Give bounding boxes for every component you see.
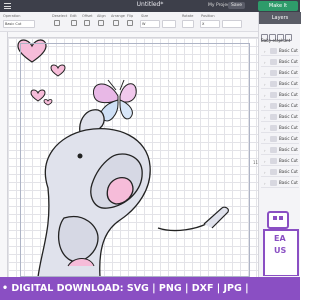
layer-item[interactable]: › Basic Cut [261,90,299,100]
layer-label: Basic Cut [279,136,298,141]
layer-thumbnail [270,114,277,120]
layer-thumbnail [270,59,277,65]
layer-caret-icon: › [264,115,266,120]
top-bar: Untitled* My Projects Save Make It [0,0,300,12]
toolbar-label-size: Size [141,14,149,18]
layer-item[interactable]: › Basic Cut [261,57,299,67]
layer-thumbnail [270,180,277,186]
toolbar-label-rotate: Rotate [182,14,194,18]
layer-thumbnail [270,103,277,109]
layer-caret-icon: › [264,93,266,98]
edit-icon[interactable] [71,20,77,26]
size-width-field[interactable]: W [140,20,160,28]
toolbar-label-position: Position [201,14,215,18]
selection-box[interactable] [20,43,250,277]
badge-text-line2: US [274,246,287,255]
toolbar-label-edit: Edit [70,14,77,18]
layer-label: Basic Cut [279,169,298,174]
layer-label: Basic Cut [279,92,298,97]
layer-label: Basic Cut [279,103,298,108]
layer-label: Basic Cut [279,147,298,152]
layers-tools [261,26,299,41]
toolbar-label-align: Align [97,14,106,18]
layer-label: Basic Cut [279,114,298,119]
layer-thumbnail [270,158,277,164]
layer-caret-icon: › [264,137,266,142]
layer-thumbnail [270,136,277,142]
layer-item[interactable]: › Basic Cut [261,68,299,78]
deselect-icon[interactable] [54,20,60,26]
layer-thumbnail [270,81,277,87]
usb-stick-icon [263,211,299,277]
align-icon[interactable] [98,20,104,26]
layer-thumbnail [270,92,277,98]
layer-item[interactable]: › Basic Cut [261,145,299,155]
arrange-icon[interactable] [113,20,119,26]
layer-caret-icon: › [264,104,266,109]
save-button[interactable]: Save [228,2,246,9]
layer-label: Basic Cut [279,70,298,75]
position-y-field[interactable] [222,20,242,28]
layer-item[interactable]: › Basic Cut [261,167,299,177]
layers-panel-title: Layers [259,12,301,24]
layer-item[interactable]: › Basic Cut [261,46,299,56]
toolbar-label-deselect: Deselect [52,14,68,18]
digital-download-banner: • DIGITAL DOWNLOAD: SVG | PNG | DXF | JP… [0,277,300,300]
layer-label: Basic Cut [279,180,298,185]
layer-caret-icon: › [264,159,266,164]
flip-icon[interactable] [127,20,133,26]
layer-label: Basic Cut [279,59,298,64]
layer-item[interactable]: › Basic Cut [261,156,299,166]
layer-label: Basic Cut [279,125,298,130]
rotate-field[interactable] [182,20,194,28]
size-height-field[interactable] [162,20,176,28]
layer-item[interactable]: › Basic Cut [261,178,299,188]
layer-label: Basic Cut [279,81,298,86]
position-x-field[interactable]: X [200,20,220,28]
layer-group-name[interactable]: Baby-elephant [261,38,290,43]
window-title: Untitled* [136,1,164,8]
operation-select[interactable]: Basic Cut [3,20,35,28]
make-it-button[interactable]: Make It [258,1,298,11]
layer-item[interactable]: › Basic Cut [261,101,299,111]
easy-to-use-badge: EA US [262,210,300,277]
layer-label: Basic Cut [279,158,298,163]
badge-text-line1: EA [274,234,286,243]
toolbar-label-arrange: Arrange [111,14,125,18]
layer-thumbnail [270,125,277,131]
layer-thumbnail [270,147,277,153]
toolbar-label-operation: Operation [3,14,21,18]
layer-thumbnail [270,169,277,175]
layer-thumbnail [270,70,277,76]
offset-icon[interactable] [84,20,90,26]
layer-caret-icon: › [264,148,266,153]
layer-thumbnail [270,48,277,54]
toolbar-label-flip: Flip [127,14,134,18]
layer-item[interactable]: › Basic Cut [261,112,299,122]
toolbar-label-offset: Offset [82,14,93,18]
layer-caret-icon: › [264,170,266,175]
layer-caret-icon: › [264,49,266,54]
layer-item[interactable]: › Basic Cut [261,79,299,89]
layer-caret-icon: › [264,181,266,186]
layer-caret-icon: › [264,71,266,76]
left-ruler [0,32,8,277]
layer-label: Basic Cut [279,48,298,53]
layer-item[interactable]: › Basic Cut [261,134,299,144]
layer-caret-icon: › [264,126,266,131]
layer-caret-icon: › [264,60,266,65]
edit-toolbar: Operation Basic Cut Deselect Edit Offset… [0,12,258,32]
layer-caret-icon: › [264,82,266,87]
layer-item[interactable]: › Basic Cut [261,123,299,133]
